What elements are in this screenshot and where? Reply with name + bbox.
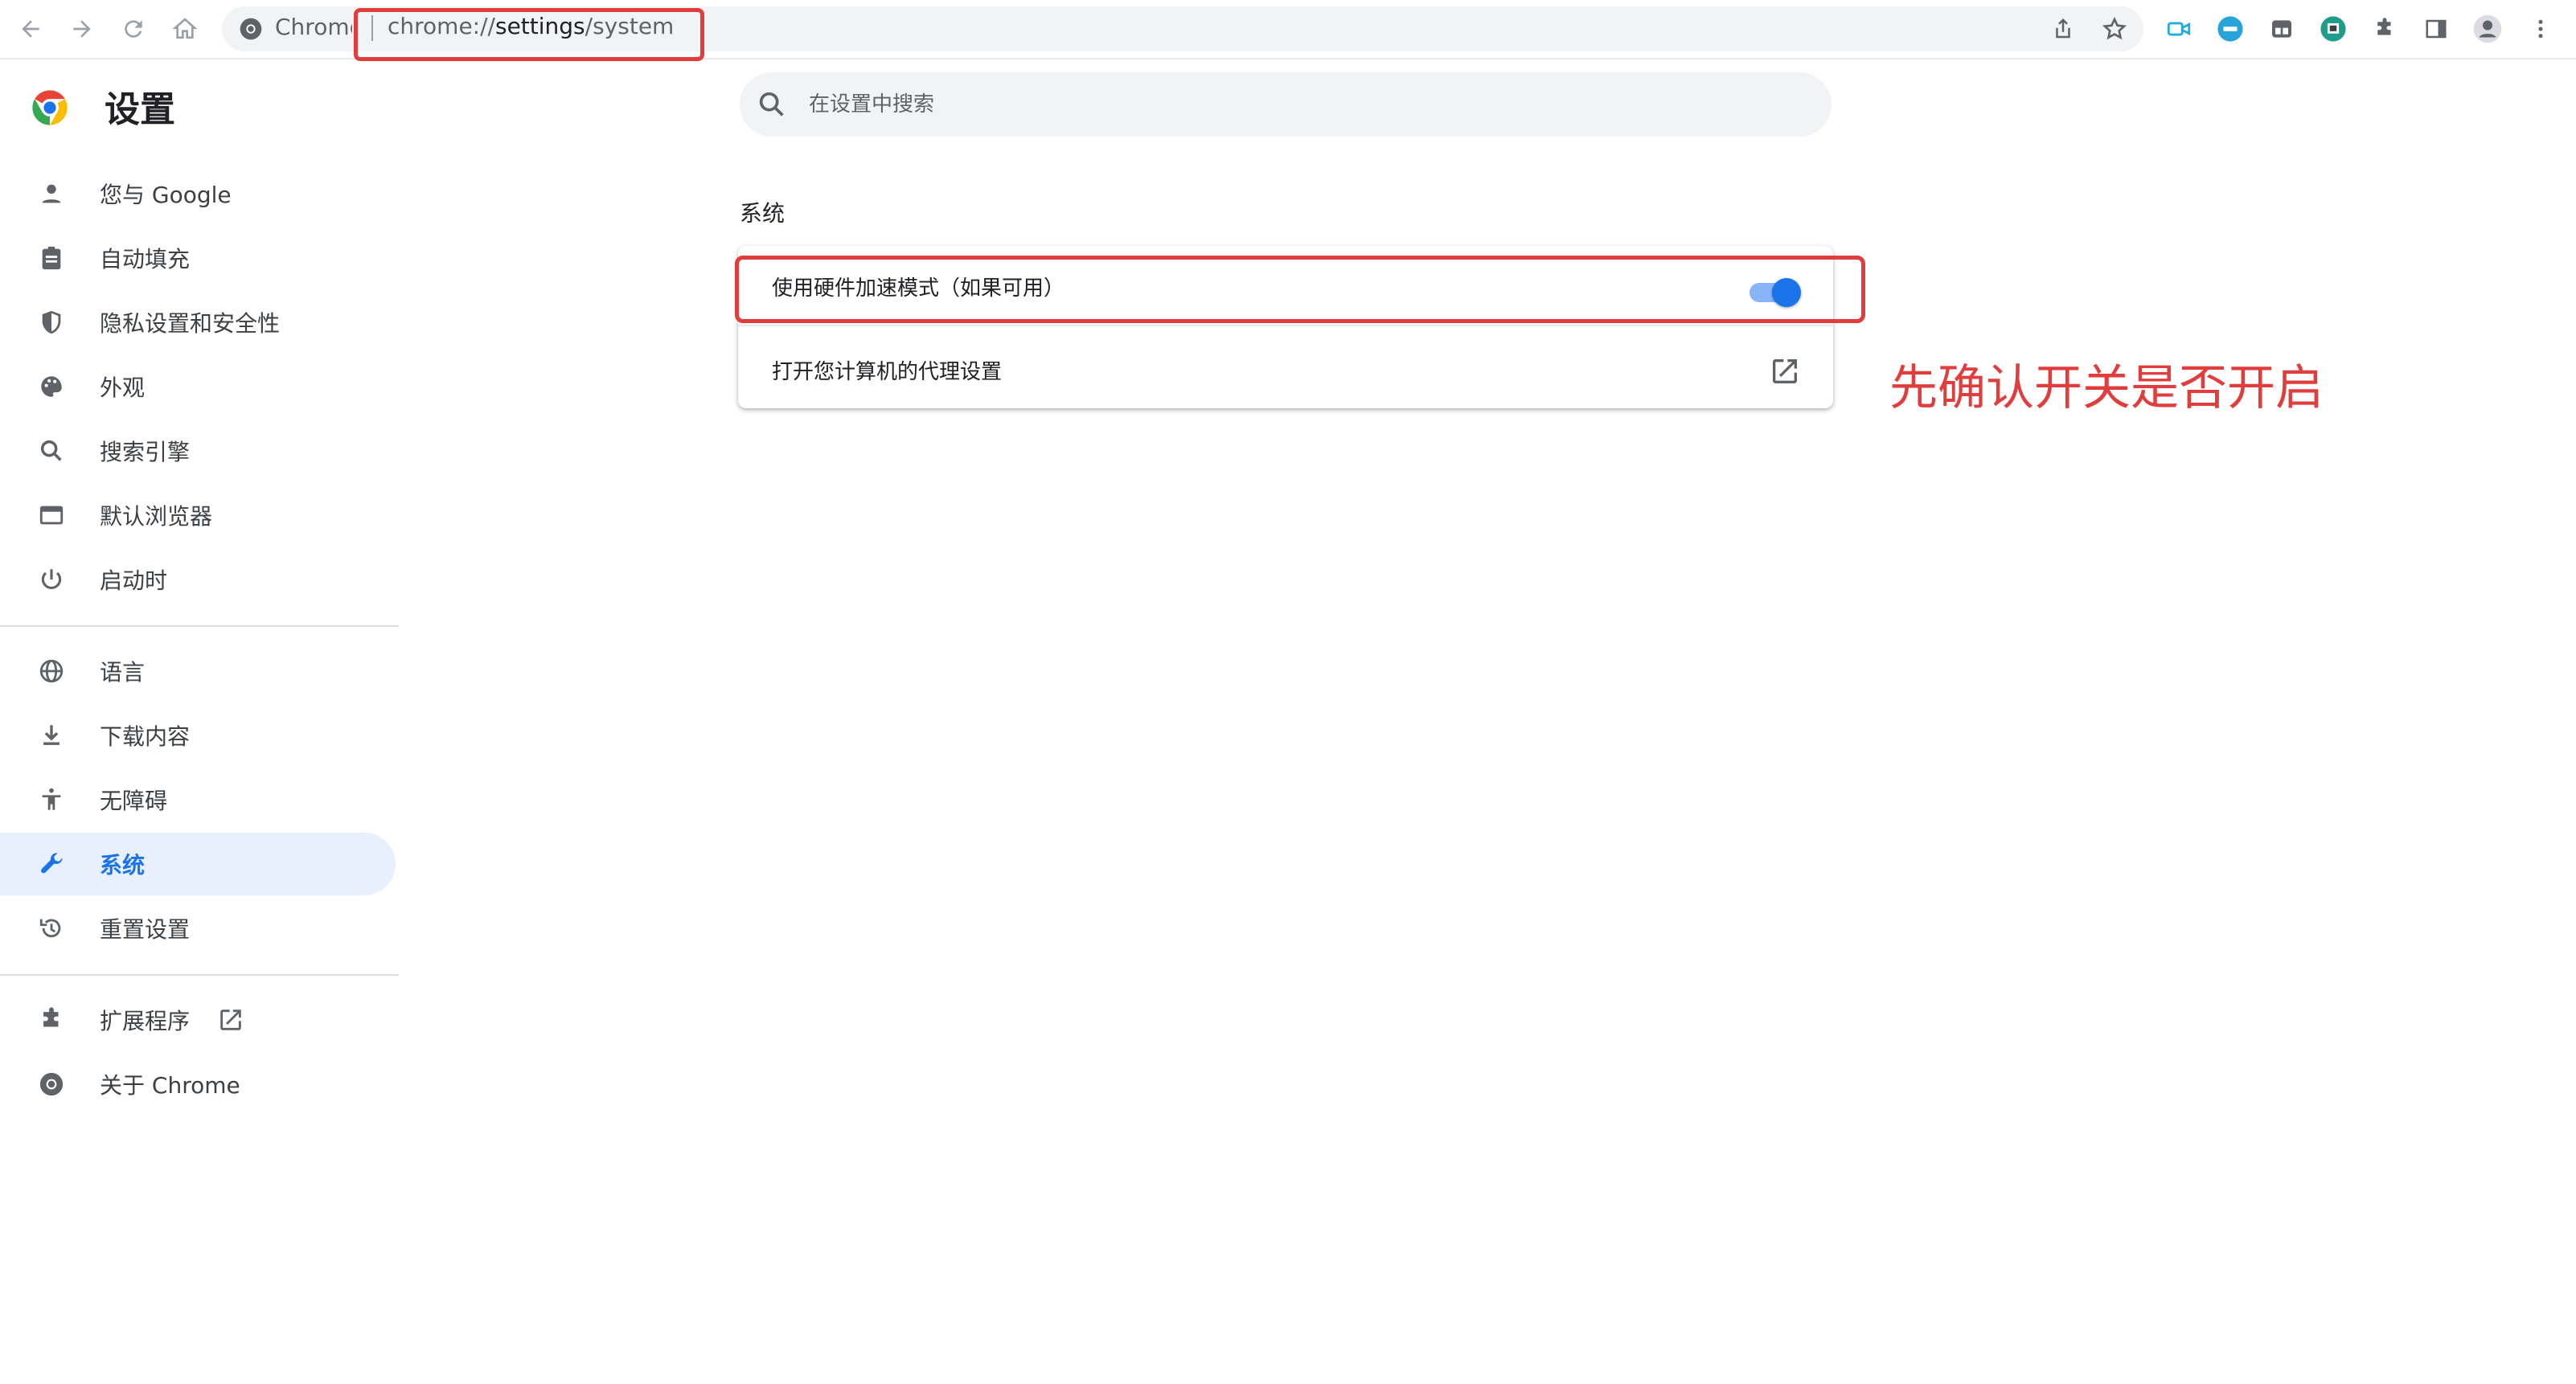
chrome-logo-icon	[32, 90, 68, 125]
proxy-settings-label[interactable]: 打开您计算机的代理设置	[772, 355, 1002, 385]
side-panel-button[interactable]	[2420, 13, 2452, 45]
bookmark-button[interactable]	[2098, 13, 2131, 45]
sidebar-item-search-engine[interactable]: 搜索引擎	[0, 420, 396, 482]
sidebar-item-label: 关于 Chrome	[100, 1072, 240, 1099]
sidebar-item-downloads[interactable]: 下载内容	[0, 704, 396, 767]
wrench-icon	[35, 848, 68, 880]
open-in-new-icon[interactable]	[1769, 355, 1801, 387]
reload-button[interactable]	[116, 11, 151, 47]
sidebar-item-privacy[interactable]: 隐私设置和安全性	[0, 291, 396, 354]
chrome-icon	[35, 1068, 68, 1100]
person-icon	[35, 178, 68, 210]
sidebar-item-about-chrome[interactable]: 关于 Chrome	[0, 1053, 396, 1116]
puzzle-icon	[2377, 18, 2391, 35]
sidebar-item-label: 自动填充	[100, 246, 191, 272]
back-button[interactable]	[13, 11, 48, 47]
globe-icon	[35, 655, 68, 687]
star-icon	[2102, 16, 2127, 40]
monitor-icon	[2320, 16, 2346, 42]
extensions-button[interactable]	[2369, 13, 2401, 45]
browser-window-icon	[35, 499, 68, 531]
reload-icon	[125, 20, 142, 38]
sidebar-item-label: 启动时	[100, 567, 168, 594]
sidebar-item-system[interactable]: 系统	[0, 833, 396, 895]
share-icon	[2056, 18, 2070, 39]
arrow-left-icon	[22, 20, 39, 38]
download-icon	[35, 719, 68, 751]
profile-button[interactable]	[2471, 13, 2504, 45]
arrow-right-icon	[73, 20, 91, 38]
avatar-icon	[2473, 14, 2502, 43]
search-input[interactable]	[807, 85, 1775, 124]
power-icon	[35, 563, 68, 596]
url-highlight-box	[354, 8, 704, 61]
sidebar-item-label: 扩展程序	[100, 1008, 191, 1034]
sidebar-item-label: 无障碍	[100, 788, 168, 814]
menu-button[interactable]	[2525, 13, 2557, 45]
browser-toolbar: Chrome chrome://settings/system	[0, 0, 2576, 61]
sidebar-item-label: 语言	[100, 659, 146, 686]
sidebar-item-appearance[interactable]: 外观	[0, 355, 396, 418]
extension-monitor[interactable]	[2317, 13, 2349, 45]
sidebar-item-accessibility[interactable]: 无障碍	[0, 768, 396, 831]
sidebar-item-label: 下载内容	[100, 723, 191, 750]
puzzle-icon	[35, 1004, 68, 1036]
sidebar-item-label: 您与 Google	[100, 182, 232, 208]
accessibility-icon	[35, 784, 68, 816]
sidebar-item-label: 外观	[100, 375, 146, 401]
search-icon	[35, 435, 68, 467]
sidebar-item-default-browser[interactable]: 默认浏览器	[0, 484, 396, 547]
site-chip[interactable]: Chrome	[275, 14, 352, 40]
sidebar-item-label: 重置设置	[100, 916, 191, 943]
sidebar-item-on-startup[interactable]: 启动时	[0, 548, 396, 611]
sidebar-item-reset[interactable]: 重置设置	[0, 897, 396, 960]
sidebar-item-label: 默认浏览器	[100, 503, 213, 530]
restore-icon	[35, 912, 68, 944]
toggle-highlight-box	[735, 256, 1865, 323]
extension-fps[interactable]	[2214, 13, 2246, 45]
more-vert-icon	[2538, 19, 2543, 39]
forward-button[interactable]	[64, 11, 100, 47]
video-camera-icon	[2167, 22, 2191, 36]
search-icon	[759, 92, 784, 117]
sidebar-item-extensions[interactable]: 扩展程序	[0, 989, 396, 1051]
home-button[interactable]	[167, 11, 203, 47]
sidebar-item-languages[interactable]: 语言	[0, 640, 396, 702]
fps-icon	[2217, 16, 2243, 42]
sidebar-item-label: 系统	[100, 852, 146, 878]
chrome-site-icon	[240, 18, 262, 40]
sidebar-item-autofill[interactable]: 自动填充	[0, 227, 396, 289]
sidebar-divider	[0, 625, 399, 627]
page-title: 设置	[105, 89, 175, 130]
shield-icon	[35, 306, 68, 338]
sidebar-item-you-and-google[interactable]: 您与 Google	[0, 162, 396, 225]
extension-window[interactable]	[2266, 13, 2298, 45]
annotation-text: 先确认开关是否开启	[1889, 360, 2324, 416]
sidebar-divider	[0, 974, 399, 976]
window-icon	[2272, 20, 2291, 38]
sidebar-item-label: 搜索引擎	[100, 439, 191, 465]
home-icon	[172, 18, 198, 39]
row-divider	[738, 325, 1833, 326]
extension-video[interactable]	[2163, 13, 2195, 45]
side-panel-icon	[2426, 19, 2447, 39]
sidebar-item-label: 隐私设置和安全性	[100, 310, 281, 337]
section-title: 系统	[740, 200, 786, 227]
open-in-new-icon	[215, 1005, 246, 1035]
share-button[interactable]	[2047, 13, 2079, 45]
palette-icon	[35, 371, 68, 403]
clipboard-icon	[35, 242, 68, 274]
